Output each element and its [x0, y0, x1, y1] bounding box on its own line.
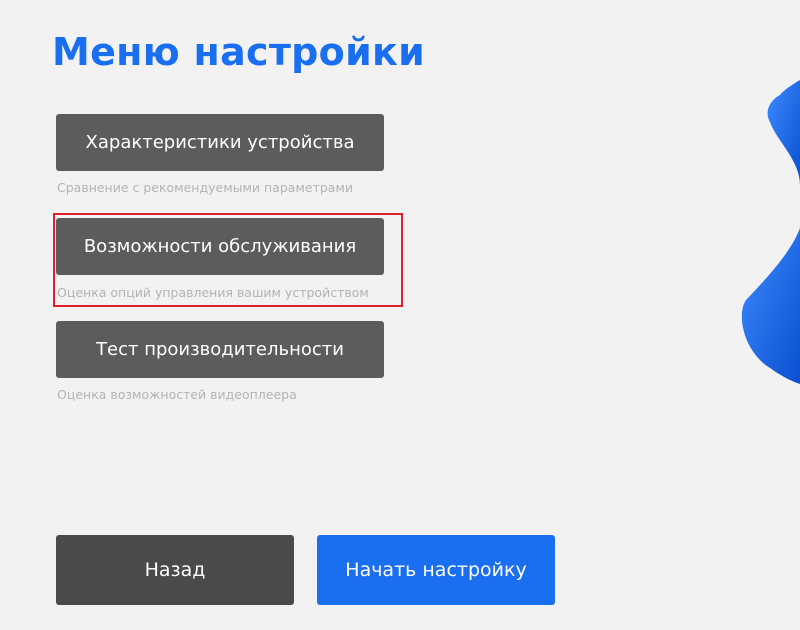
- start-setup-button-label: Начать настройку: [345, 559, 527, 581]
- page-title: Меню настройки: [52, 30, 426, 74]
- maintenance-options-button[interactable]: Возможности обслуживания: [56, 218, 384, 275]
- device-specs-description: Сравнение с рекомендуемыми параметрами: [57, 180, 354, 195]
- performance-test-button[interactable]: Тест производительности: [56, 321, 384, 378]
- device-specs-button[interactable]: Характеристики устройства: [56, 114, 384, 171]
- blue-shape-lower: [741, 228, 800, 384]
- maintenance-options-button-label: Возможности обслуживания: [83, 236, 357, 257]
- device-specs-button-label: Характеристики устройства: [85, 132, 355, 153]
- performance-test-description: Оценка возможностей видеоплеера: [57, 387, 297, 402]
- back-button[interactable]: Назад: [56, 535, 294, 605]
- maintenance-options-description: Оценка опций управления вашим устройство…: [57, 285, 369, 300]
- performance-test-button-label: Тест производительности: [96, 339, 344, 360]
- blue-shape-upper: [767, 80, 800, 185]
- blue-abstract-shape-icon: [741, 80, 800, 384]
- start-setup-button[interactable]: Начать настройку: [317, 535, 555, 605]
- back-button-label: Назад: [144, 559, 206, 581]
